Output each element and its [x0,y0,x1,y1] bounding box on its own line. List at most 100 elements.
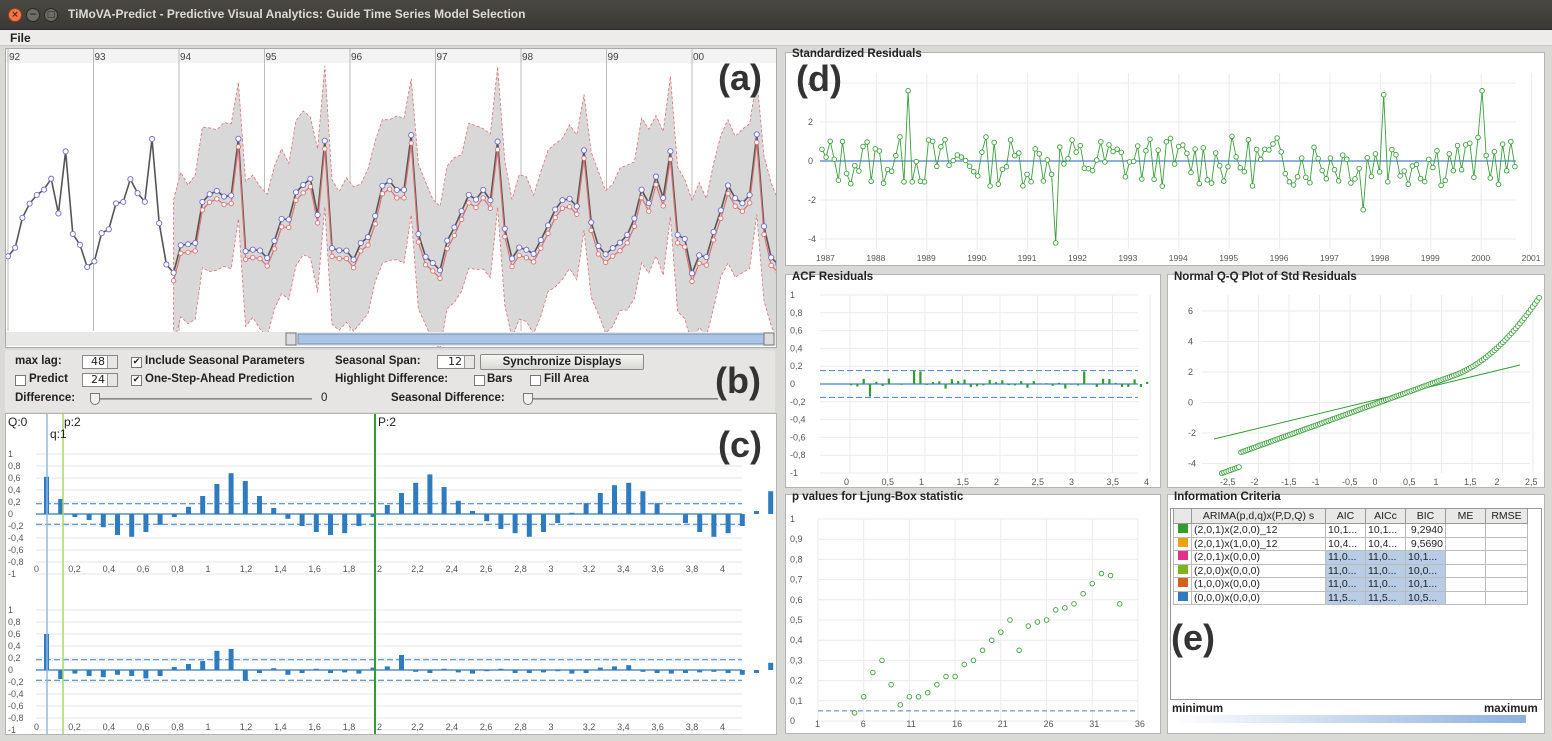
residual-point [1163,138,1170,145]
ljung-box-chart[interactable]: 10,90,80,70,60,50,40,30,20,10 1 6 11 16 21 26 3… [786,495,1160,733]
ic-header-2[interactable]: AIC [1325,508,1366,524]
window-title: TiMoVA-Predict - Predictive Visual Analy… [68,7,526,21]
acf-residual-bar [868,384,872,397]
p-value-point [952,673,958,680]
observed-point [120,198,127,205]
predicted-point [638,195,645,201]
predicted-point [336,255,342,262]
x-tick: 1990 [967,253,986,263]
observed-point [444,237,451,244]
observed-point [609,245,616,252]
swatch-icon [1177,537,1188,547]
predicted-point [574,211,580,217]
std-residuals-chart[interactable]: 420-2-41987 1988 1989 1990 1991 1992 1993 1994 1… [786,53,1544,265]
include-seasonal-checkbox[interactable]: ✔ [131,357,142,368]
residual-point [958,154,965,160]
predicted-point [523,255,530,261]
residual-point [1499,141,1506,147]
maximize-icon[interactable]: □ [44,8,58,22]
x-tick-bottom: 1 [206,722,211,732]
residual-point [852,162,858,169]
predicted-point [343,256,350,262]
predict-checkbox[interactable] [15,375,26,386]
menu-file[interactable]: File [10,31,31,45]
ic-header-1[interactable]: ARIMA(p,d,q)x(P,D,Q) s [1191,508,1326,524]
difference-slider-thumb[interactable] [90,393,100,405]
seasonal-span-spinner[interactable]: 12 [437,355,475,369]
seasonal-difference-slider[interactable] [523,393,718,405]
time-series-chart[interactable]: 92 93 94 95 96 97 98 99 00 [6,49,776,347]
p-value-point [1007,617,1013,623]
observed-point [436,267,444,274]
acf-residuals-chart[interactable]: 1 0,8 0,6 0,4 0,2 0 -0,2 -0,4 -0,6 -0,8 -1 0 0,5 1 1,5… [786,275,1160,487]
table-row[interactable]: (2,0,1)x(1,0,0)_12 10,4... 10,4... 9,5690 [1173,536,1528,551]
observed-point [40,186,48,193]
acf-bar [427,474,433,514]
predicted-point [322,146,328,152]
residual-point [1221,178,1227,184]
p-value-point [1080,590,1086,597]
table-row[interactable]: (2,0,1)x(2,0,0)_12 10,1... 10,1... 9,2940 [1173,523,1528,538]
close-icon[interactable]: × [8,8,22,22]
ic-header-6[interactable]: RMSE [1485,508,1528,524]
y-tick: -4 [808,234,816,244]
seasonal-difference-slider-thumb[interactable] [523,393,533,405]
table-row[interactable]: (1,0,0)x(0,0,0) 11,0... 11,0... 10,1... [1173,577,1528,592]
acf-residual-bar [1114,382,1117,384]
fill-area-checkbox[interactable] [530,375,541,386]
observed-point [400,186,408,193]
observed-point [559,197,566,204]
difference-slider[interactable] [90,393,312,405]
ic-header-3[interactable]: AICc [1365,508,1406,524]
information-criteria-table[interactable]: ARIMA(p,d,q)x(P,D,Q) s AIC AICc BIC ME RMSE (… [1173,508,1528,605]
x-tick: 4 [1144,477,1149,487]
residual-point [950,157,956,164]
x-tick: 16 [952,719,962,729]
observed-point [660,194,667,201]
qq-plot-chart[interactable]: 6 4 2 0 -2 -4 -2,5 -2 -1,5 -1 -0,5 0 0,5 1 1,5 2 2,5 [1168,275,1544,487]
residual-point [1393,152,1399,158]
max-lag-spinner[interactable]: 48 [82,355,118,369]
residual-point [1389,146,1395,153]
year-label: 96 [351,52,363,63]
acf-bar [470,511,475,514]
predict-spinner[interactable]: 24 [82,373,118,387]
table-row[interactable]: (2,0,1)x(0,0,0) 11,0... 11,0... 10,1... [1173,550,1528,565]
x-tick-bottom: 0,4 [103,722,116,732]
synchronize-displays-button[interactable]: Synchronize Displays [480,354,644,370]
pacf-bar [512,670,518,673]
timeline-ruler [6,49,776,63]
residual-point [1192,146,1198,152]
x-tick: 3 [1069,477,1074,487]
bars-checkbox[interactable] [474,375,485,386]
observed-point [724,182,732,189]
observed-point [408,132,415,139]
pacf-bar [271,668,277,670]
p-value-point [1071,601,1077,607]
ic-header-4[interactable]: BIC [1405,508,1446,524]
one-step-checkbox[interactable]: ✔ [131,375,142,386]
predicted-point [660,203,666,209]
table-row[interactable]: (0,0,0)x(0,0,0) 11,5... 11,5... 10,5... [1173,590,1528,605]
acf-bar [441,487,447,514]
x-tick: 1997 [1320,253,1339,263]
observed-point [645,200,652,207]
p-value-point [943,673,949,680]
acf-residual-bar [1013,384,1016,386]
predicted-point [286,224,292,231]
ic-header-0[interactable] [1173,508,1192,524]
x-tick-top: 3,2 [583,564,596,574]
pacf-bar [583,670,589,673]
residual-point [1286,179,1293,185]
residual-point [860,143,866,150]
table-row[interactable]: (2,0,0)x(0,0,0) 11,0... 11,0... 10,0... [1173,563,1528,578]
residual-point [991,139,997,146]
rmse-cell [1485,577,1528,592]
residual-point [1093,157,1100,163]
acf-bar [640,491,646,514]
minimize-icon[interactable]: − [26,8,40,22]
acf-pacf-chart[interactable]: 1 0,8 0,6 0,4 0,2 0 -0,2 -0,4 -0,6 -0,8 -1 1 0,8 0,6 0… [6,414,776,734]
acf-bar [328,514,333,535]
ic-header-5[interactable]: ME [1445,508,1486,524]
predicted-point [754,139,760,146]
